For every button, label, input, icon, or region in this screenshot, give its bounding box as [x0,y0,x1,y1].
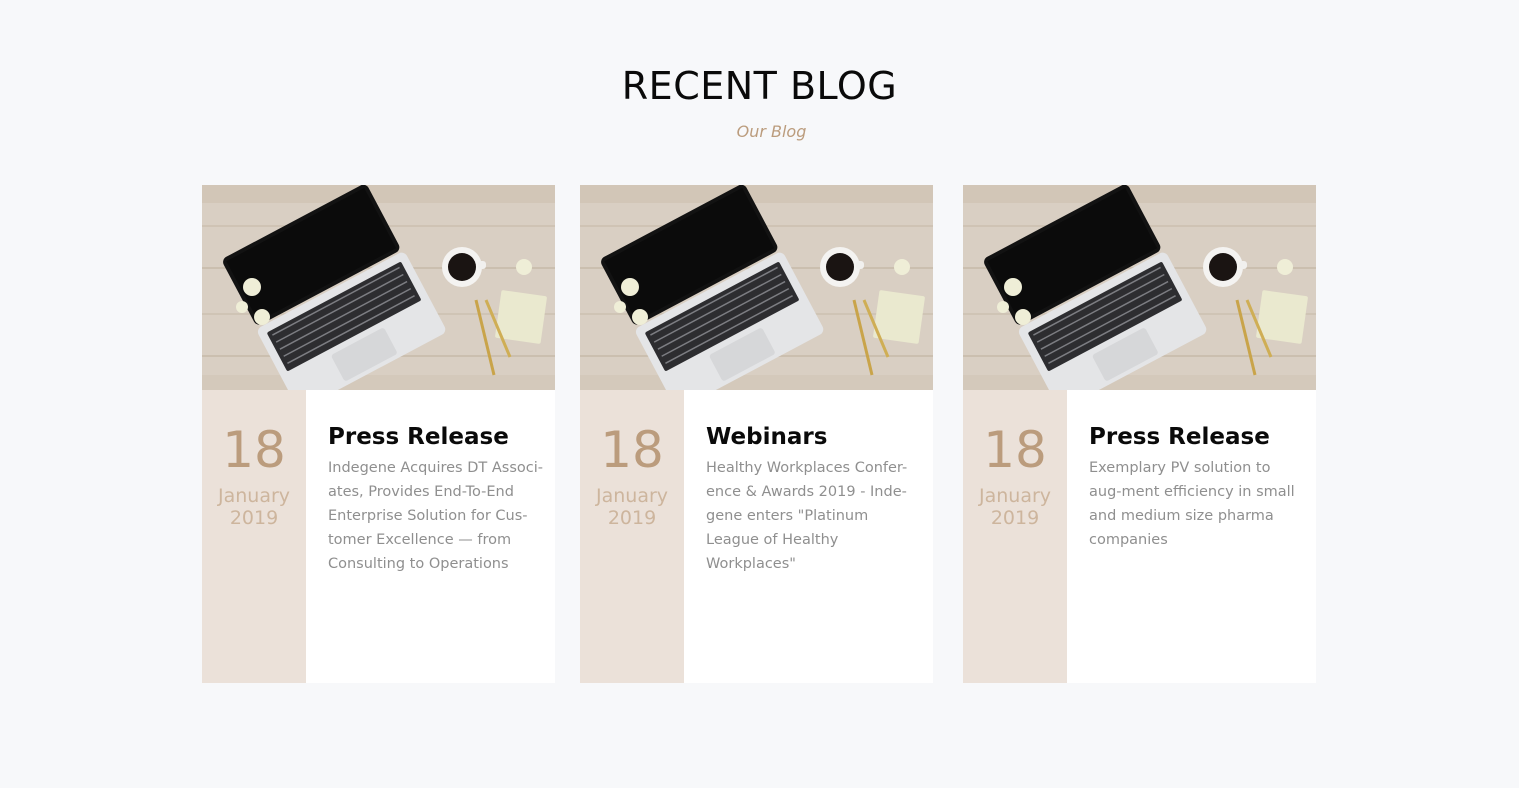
post-date: 18 January 2019 [580,390,684,683]
date-month: January [595,485,669,507]
card-body: Webinars Healthy Workplaces Confer-ence … [684,390,933,683]
date-day: 18 [600,421,664,479]
post-category-link[interactable]: Press Release [1089,422,1309,452]
section-title: RECENT BLOG [621,64,898,108]
post-category-link[interactable]: Press Release [328,422,548,452]
laptop-desk-image[interactable] [963,185,1316,390]
card-body: Press Release Indegene Acquires DT Assoc… [306,390,555,683]
date-year: 2019 [229,507,279,529]
date-month: January [978,485,1052,507]
blog-card[interactable]: 18 January 2019 Press Release Indegene A… [202,185,555,683]
post-excerpt-link[interactable]: Healthy Workplaces Confer-ence & Awards … [706,456,922,576]
laptop-desk-image[interactable] [580,185,933,390]
date-year: 2019 [990,507,1040,529]
post-date: 18 January 2019 [202,390,306,683]
post-excerpt-link[interactable]: Indegene Acquires DT Associ-ates, Provid… [328,456,544,576]
section-subtitle: Our Blog [736,122,807,141]
date-year: 2019 [607,507,657,529]
date-day: 18 [983,421,1047,479]
date-day: 18 [222,421,286,479]
blog-card[interactable]: 18 January 2019 Webinars Healthy Workpla… [580,185,933,683]
blog-card[interactable]: 18 January 2019 Press Release Exemplary … [963,185,1316,683]
post-category-link[interactable]: Webinars [706,422,926,452]
post-date: 18 January 2019 [963,390,1067,683]
post-excerpt-link[interactable]: Exemplary PV solution to aug-ment effici… [1089,456,1305,552]
card-body: Press Release Exemplary PV solution to a… [1067,390,1316,683]
blog-section: RECENT BLOG Our Blog 18 January 2019 Pre… [0,0,1519,788]
laptop-desk-image[interactable] [202,185,555,390]
date-month: January [217,485,291,507]
